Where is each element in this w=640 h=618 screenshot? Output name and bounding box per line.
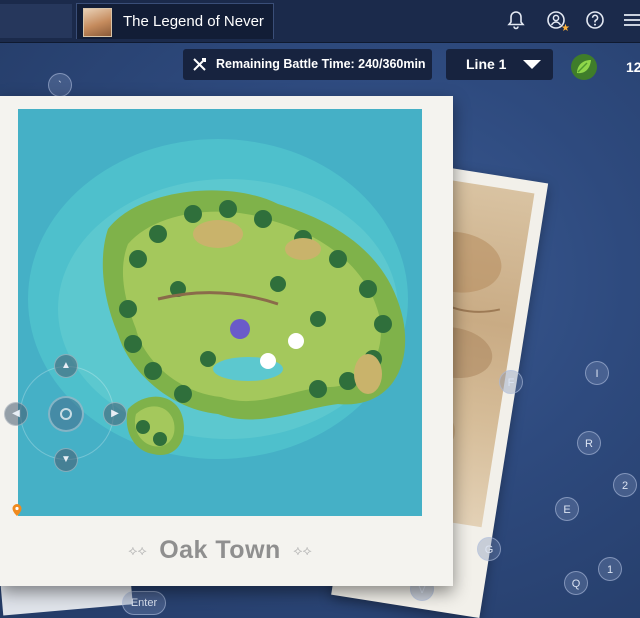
- map-photo-card[interactable]: ▲ ▼ ◀ ▶ ⟡⟡ Oak Town ⟡⟡: [0, 96, 453, 586]
- title-bar: The Legend of Never ★: [0, 0, 640, 43]
- line-selector-value: Line 1: [466, 56, 507, 72]
- no-sword-icon: [191, 56, 208, 73]
- chevron-down-icon: [523, 60, 541, 69]
- pan-up-button[interactable]: ▲: [54, 354, 78, 378]
- bell-icon[interactable]: [505, 10, 527, 32]
- battle-time-indicator: Remaining Battle Time: 240/360min: [183, 49, 432, 80]
- key-hint-r[interactable]: R: [577, 431, 601, 455]
- help-icon[interactable]: [584, 10, 606, 32]
- profile-star-icon[interactable]: ★: [545, 10, 570, 34]
- location-pin-icon: [12, 504, 22, 516]
- ornament-left-icon: ⟡⟡: [128, 542, 147, 558]
- location-name: Oak Town: [159, 536, 281, 564]
- leaf-currency: 12: [566, 51, 640, 83]
- leaf-icon: [571, 54, 597, 80]
- key-hint-e[interactable]: E: [555, 497, 579, 521]
- game-avatar: [83, 8, 112, 37]
- key-hint-g[interactable]: G: [477, 537, 501, 561]
- pan-down-button[interactable]: ▼: [54, 448, 78, 472]
- line-selector[interactable]: Line 1: [446, 49, 553, 80]
- pan-left-button[interactable]: ◀: [4, 402, 28, 426]
- key-hint-q[interactable]: Q: [564, 571, 588, 595]
- location-caption: ⟡⟡ Oak Town ⟡⟡: [0, 536, 440, 572]
- tab-game[interactable]: The Legend of Never: [76, 3, 274, 39]
- pan-center-button[interactable]: [48, 396, 84, 432]
- ornament-right-icon: ⟡⟡: [293, 542, 312, 558]
- leaf-count: 12: [626, 59, 640, 75]
- key-hint-backtick[interactable]: `: [48, 73, 72, 97]
- key-hint-i[interactable]: I: [585, 361, 609, 385]
- key-hint-enter[interactable]: Enter: [122, 591, 166, 615]
- tab-title: The Legend of Never: [123, 13, 264, 30]
- battle-time-label: Remaining Battle Time: 240/360min: [216, 57, 426, 71]
- key-hint-1[interactable]: 1: [598, 557, 622, 581]
- pan-right-button[interactable]: ▶: [103, 402, 127, 426]
- menu-icon[interactable]: [622, 10, 640, 32]
- tab-inactive[interactable]: [0, 4, 72, 38]
- key-hint-f[interactable]: F: [499, 370, 523, 394]
- key-hint-2[interactable]: 2: [613, 473, 637, 497]
- star-badge-icon: ★: [561, 23, 570, 34]
